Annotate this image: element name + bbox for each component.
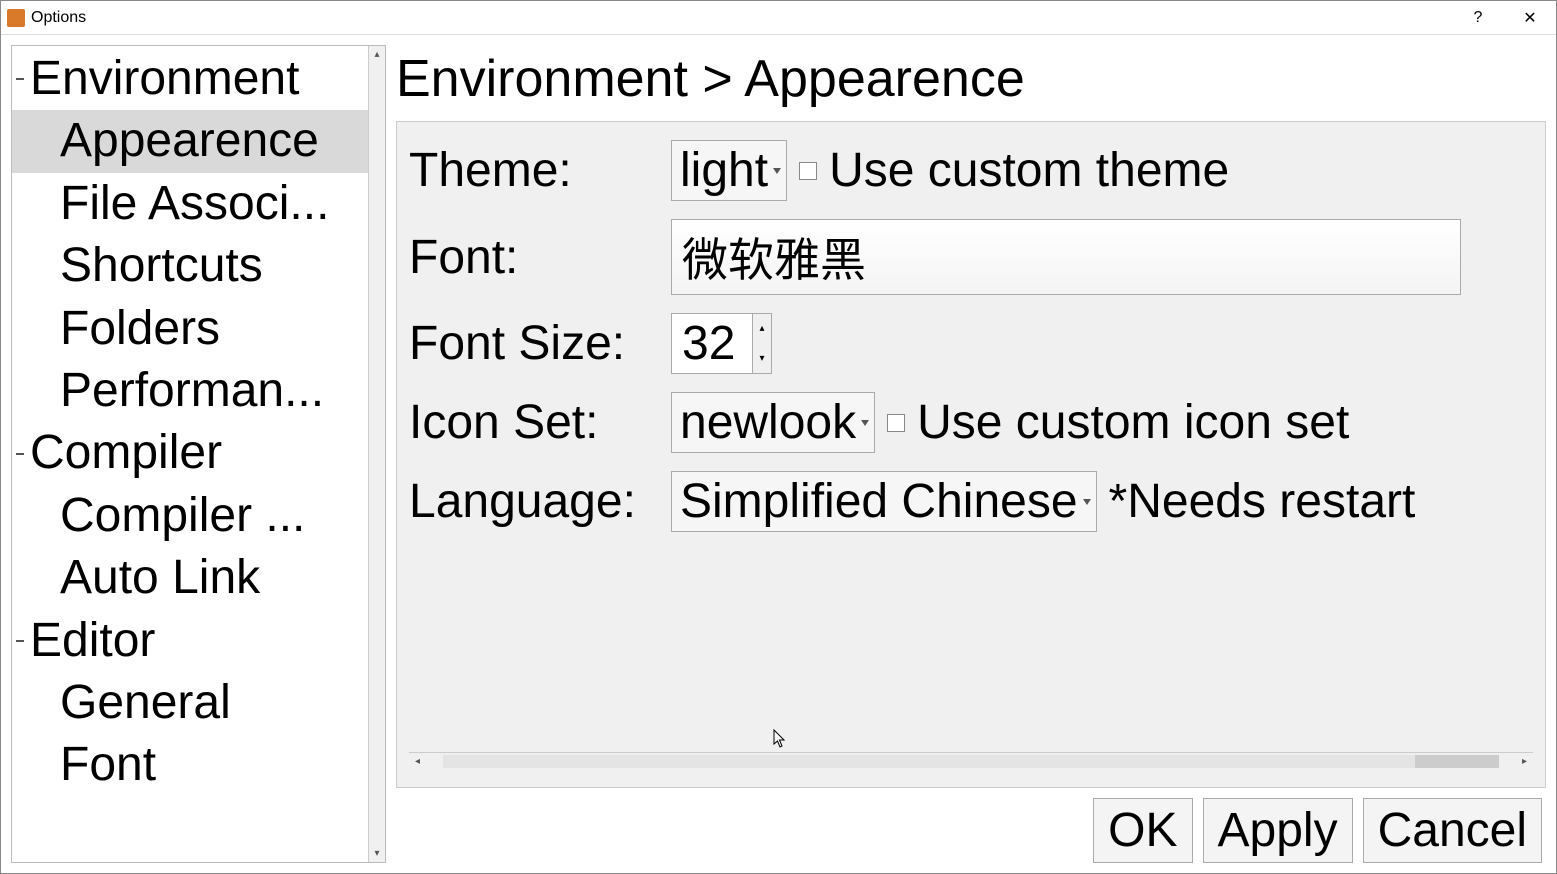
font-size-value[interactable]: 32 bbox=[672, 314, 752, 373]
sidebar-item-auto-link[interactable]: Auto Link bbox=[12, 547, 368, 609]
apply-button[interactable]: Apply bbox=[1203, 798, 1353, 863]
close-button[interactable]: ✕ bbox=[1504, 1, 1556, 35]
sidebar: EnvironmentAppearenceFile Associ...Short… bbox=[11, 45, 386, 863]
sidebar-item-file-associ[interactable]: File Associ... bbox=[12, 173, 368, 235]
scroll-right-icon[interactable]: ▸ bbox=[1516, 756, 1533, 767]
app-icon bbox=[7, 9, 25, 27]
sidebar-item-environment[interactable]: Environment bbox=[12, 48, 368, 110]
needs-restart-label: *Needs restart bbox=[1109, 474, 1416, 529]
sidebar-item-general[interactable]: General bbox=[12, 672, 368, 734]
sidebar-scrollbar[interactable]: ▴ ▾ bbox=[368, 46, 385, 862]
scroll-up-icon[interactable]: ▴ bbox=[374, 46, 379, 63]
font-size-label: Font Size: bbox=[409, 316, 659, 371]
sidebar-item-shortcuts[interactable]: Shortcuts bbox=[12, 235, 368, 297]
breadcrumb: Environment > Appearence bbox=[396, 45, 1546, 121]
scroll-down-icon[interactable]: ▾ bbox=[374, 845, 379, 862]
use-custom-iconset-checkbox[interactable] bbox=[887, 414, 905, 432]
language-select[interactable]: Simplified Chinese bbox=[671, 471, 1097, 532]
help-button[interactable]: ? bbox=[1452, 1, 1504, 35]
use-custom-iconset-label: Use custom icon set bbox=[917, 395, 1349, 450]
sidebar-item-appearence[interactable]: Appearence bbox=[12, 110, 368, 172]
sidebar-item-compiler[interactable]: Compiler ... bbox=[12, 485, 368, 547]
spin-down-icon[interactable]: ▾ bbox=[753, 344, 771, 374]
theme-label: Theme: bbox=[409, 143, 659, 198]
spin-up-icon[interactable]: ▴ bbox=[753, 314, 771, 344]
sidebar-item-performan[interactable]: Performan... bbox=[12, 360, 368, 422]
settings-panel: Theme: light Use custom theme Font: 微软雅黑… bbox=[396, 121, 1546, 788]
titlebar: Options ? ✕ bbox=[1, 1, 1556, 35]
font-label: Font: bbox=[409, 230, 659, 285]
icon-set-label: Icon Set: bbox=[409, 395, 659, 450]
font-size-stepper[interactable]: 32 ▴ ▾ bbox=[671, 313, 772, 374]
language-label: Language: bbox=[409, 474, 659, 529]
scroll-left-icon[interactable]: ◂ bbox=[409, 756, 426, 767]
sidebar-item-editor[interactable]: Editor bbox=[12, 610, 368, 672]
use-custom-theme-label: Use custom theme bbox=[829, 143, 1229, 198]
sidebar-item-folders[interactable]: Folders bbox=[12, 298, 368, 360]
panel-horizontal-scrollbar[interactable]: ◂ ▸ bbox=[409, 752, 1533, 769]
font-field[interactable]: 微软雅黑 bbox=[671, 219, 1461, 295]
icon-set-select[interactable]: newlook bbox=[671, 392, 875, 453]
use-custom-theme-checkbox[interactable] bbox=[799, 162, 817, 180]
cancel-button[interactable]: Cancel bbox=[1363, 798, 1542, 863]
theme-select[interactable]: light bbox=[671, 140, 787, 201]
sidebar-item-compiler[interactable]: Compiler bbox=[12, 422, 368, 484]
sidebar-item-font[interactable]: Font bbox=[12, 734, 368, 796]
dialog-footer: OK Apply Cancel bbox=[396, 788, 1546, 863]
ok-button[interactable]: OK bbox=[1093, 798, 1192, 863]
window-title: Options bbox=[31, 9, 86, 27]
